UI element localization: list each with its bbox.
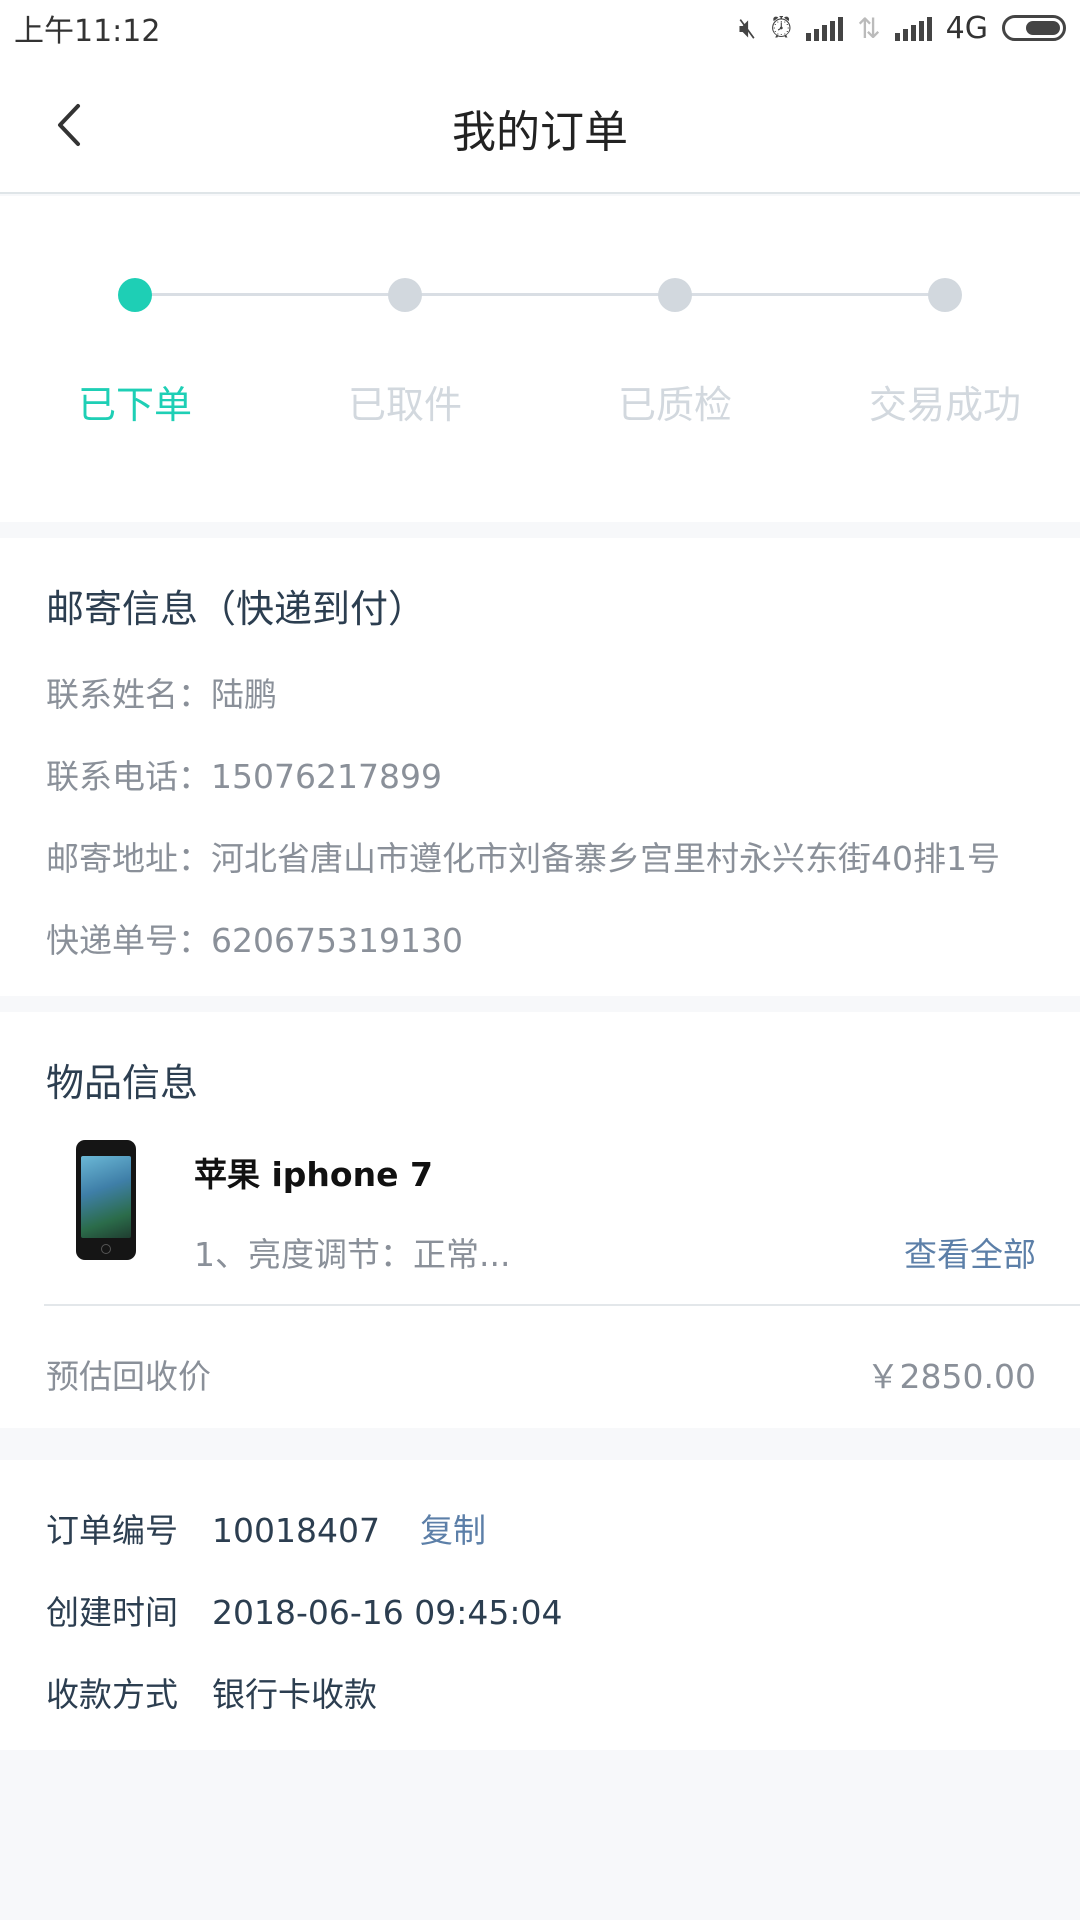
payment-method-label: 收款方式 <box>46 1675 178 1714</box>
tracking-row: 快递单号：620675319130 <box>46 914 463 962</box>
price-label: 预估回收价 <box>46 1357 211 1396</box>
step-connector <box>135 293 405 296</box>
step-connector <box>405 293 675 296</box>
order-number: 10018407 <box>212 1511 380 1550</box>
product-title: 物品信息 <box>46 1061 199 1105</box>
step-label-inspected: 已质检 <box>617 383 732 427</box>
step-label-complete: 交易成功 <box>868 383 1021 427</box>
step-dot-complete <box>928 278 962 312</box>
payment-method-row: 收款方式 银行卡收款 <box>46 1668 377 1716</box>
step-connector <box>675 293 945 296</box>
contact-name-row: 联系姓名：陆鹏 <box>46 668 277 716</box>
tracking-label: 快递单号： <box>46 921 211 960</box>
network-type: 4G <box>945 10 988 46</box>
product-image <box>76 1140 136 1260</box>
step-dot-ordered <box>118 278 152 312</box>
created-time-label: 创建时间 <box>46 1593 178 1632</box>
created-time: 2018-06-16 09:45:04 <box>212 1593 563 1632</box>
product-screen <box>81 1156 131 1238</box>
data-arrows-icon: ⇅ <box>857 11 881 45</box>
address-row: 邮寄地址：河北省唐山市遵化市刘备寨乡宫里村永兴东街40排1号 <box>46 832 1000 880</box>
created-time-row: 创建时间 2018-06-16 09:45:04 <box>46 1586 562 1634</box>
step-label-picked-up: 已取件 <box>347 383 462 427</box>
payment-method: 银行卡收款 <box>212 1675 377 1714</box>
contact-phone-label: 联系电话： <box>46 757 211 796</box>
product-card: 物品信息 苹果 iphone 7 1、亮度调节：正常... 查看全部 预估回收价… <box>0 1012 1080 1428</box>
signal-icon-2 <box>894 15 932 41</box>
step-dot-inspected <box>658 278 692 312</box>
battery-icon <box>1002 15 1066 41</box>
order-progress: 已下单 已取件 已质检 交易成功 <box>0 196 1080 522</box>
step-label-ordered: 已下单 <box>77 383 192 427</box>
contact-phone-row: 联系电话：15076217899 <box>46 750 442 798</box>
shipping-card: 邮寄信息（快递到付） 联系姓名：陆鹏 联系电话：15076217899 邮寄地址… <box>0 538 1080 996</box>
copy-button[interactable]: 复制 <box>420 1511 486 1550</box>
contact-name-label: 联系姓名： <box>46 675 211 714</box>
product-name: 苹果 iphone 7 <box>194 1155 433 1194</box>
shipping-title: 邮寄信息（快递到付） <box>46 587 427 631</box>
tracking-number: 620675319130 <box>211 921 463 960</box>
order-number-row: 订单编号 10018407 复制 <box>46 1504 486 1552</box>
contact-name: 陆鹏 <box>211 675 277 714</box>
signal-icon <box>806 15 844 41</box>
status-icons: 🔇︎ ⏰︎ ⇅ 4G <box>739 11 1066 46</box>
page-title: 我的订单 <box>452 107 628 158</box>
divider <box>44 1304 1080 1306</box>
view-all-link[interactable]: 查看全部 <box>904 1228 1036 1276</box>
address: 河北省唐山市遵化市刘备寨乡宫里村永兴东街40排1号 <box>211 839 1000 878</box>
contact-phone: 15076217899 <box>211 757 442 796</box>
product-desc: 1、亮度调节：正常... <box>194 1235 511 1274</box>
alarm-icon: ⏰︎ <box>770 11 793 44</box>
product-home-button <box>101 1244 111 1254</box>
address-label: 邮寄地址： <box>46 839 211 878</box>
nav-bar: 我的订单 <box>0 56 1080 194</box>
estimated-price: ￥2850.00 <box>866 1357 1036 1396</box>
mute-icon: 🔇︎ <box>738 11 757 44</box>
status-time: 上午11:12 <box>14 14 161 49</box>
step-dot-picked-up <box>388 278 422 312</box>
order-number-label: 订单编号 <box>46 1511 178 1550</box>
order-card: 订单编号 10018407 复制 创建时间 2018-06-16 09:45:04 收… <box>0 1460 1080 1750</box>
status-bar: 上午11:12 🔇︎ ⏰︎ ⇅ 4G <box>0 0 1080 56</box>
